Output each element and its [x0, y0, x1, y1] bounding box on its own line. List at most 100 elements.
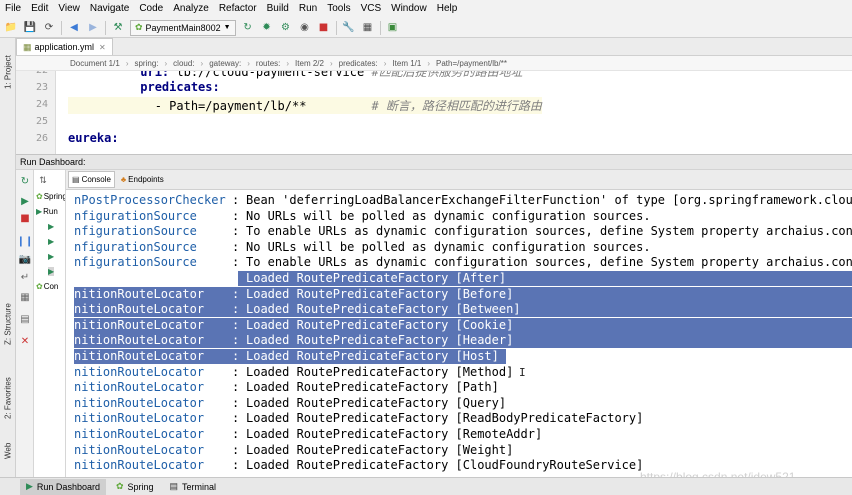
project-tool-tab[interactable]: 1: Project — [1, 42, 15, 102]
log-message: Loaded RoutePredicateFactory [Path] — [246, 380, 499, 395]
log-source: nitionRouteLocator — [74, 302, 205, 317]
code-editor[interactable]: 22 23 24 25 26 uri: lb://cloud-payment-servi… — [16, 71, 852, 154]
menu-window[interactable]: Window — [386, 0, 432, 18]
log-source: nitionRouteLocator — [74, 333, 205, 348]
breadcrumb-item[interactable]: Document 1/1 — [70, 59, 120, 68]
line-number: 23 — [35, 82, 48, 93]
log-separator: : — [232, 271, 240, 285]
run-config-selector[interactable]: ✿ PaymentMain8002 ▼ — [130, 19, 236, 36]
menu-help[interactable]: Help — [432, 0, 463, 18]
sync-icon[interactable]: ⟳ — [42, 21, 56, 35]
breadcrumb-separator: › — [164, 58, 168, 68]
run-with-coverage-icon[interactable]: ⚙ — [279, 21, 293, 35]
run-icon: ▶ — [48, 237, 55, 246]
console-output[interactable]: nPostProcessorChecker: Bean 'deferringLoa… — [66, 190, 852, 477]
pause-icon[interactable]: ❙❙ — [17, 234, 34, 248]
run-dashboard-title: Run Dashboard: — [20, 157, 86, 167]
log-separator: : — [232, 349, 240, 363]
breadcrumb-item[interactable]: predicates: — [339, 59, 378, 68]
yaml-file-icon: ▦ — [23, 41, 32, 52]
console-icon: ▤ — [72, 175, 80, 184]
log-message: To enable URLs as dynamic configuration … — [246, 255, 852, 270]
tree-item-running[interactable]: ▶ Run — [36, 207, 58, 216]
run-dashboard-actions: ↻ ▶ ■ ❙❙ 📷 ↵ ▦ ▤ ✕ — [16, 170, 34, 477]
menu-view[interactable]: View — [53, 0, 85, 18]
breadcrumb-item[interactable]: Item 2/2 — [295, 59, 324, 68]
menu-edit[interactable]: Edit — [26, 0, 53, 18]
breadcrumb-item[interactable]: gateway: — [209, 59, 241, 68]
run-dashboard-button[interactable]: ▶ Run Dashboard — [20, 478, 106, 495]
close-icon[interactable]: ✕ — [99, 43, 106, 52]
log-message: Loaded RoutePredicateFactory [Header] — [246, 333, 514, 348]
yaml-key: predicates: — [140, 80, 220, 94]
debug-icon[interactable]: ✹ — [260, 21, 274, 35]
close-icon[interactable]: ✕ — [18, 334, 32, 348]
log-message: No URLs will be polled as dynamic config… — [246, 239, 651, 254]
settings-icon[interactable]: 🔧 — [342, 21, 356, 35]
tree-item-app-selected[interactable]: ▶ — [48, 267, 55, 276]
tab-console[interactable]: ▤ Console — [68, 171, 115, 188]
tree-item-app[interactable]: ▶ — [48, 237, 54, 246]
menu-refactor[interactable]: Refactor — [214, 0, 262, 18]
soft-wrap-icon[interactable]: ↵ — [18, 270, 32, 284]
menu-vcs[interactable]: VCS — [356, 0, 387, 18]
project-structure-icon[interactable]: ▦ — [361, 21, 375, 35]
endpoints-icon: ♣ — [120, 175, 127, 184]
log-line: nfigurationSource: To enable URLs as dyna… — [66, 255, 852, 270]
breadcrumb-item[interactable]: routes: — [256, 59, 280, 68]
menu-analyze[interactable]: Analyze — [168, 0, 214, 18]
favorites-tab-label: 2: Favorites — [3, 377, 13, 419]
log-line: nfigurationSource: To enable URLs as dyna… — [66, 224, 852, 239]
tree-item-configured[interactable]: ✿ Con — [36, 282, 58, 291]
tree-item-spring[interactable]: ✿ Spring — [36, 192, 65, 201]
spring-button[interactable]: ✿ Spring — [110, 479, 160, 495]
expand-all-icon[interactable]: ⇅ — [36, 173, 50, 187]
tab-endpoints[interactable]: ♣ Endpoints — [117, 171, 168, 188]
favorites-tool-tab[interactable]: 2: Favorites — [1, 368, 15, 428]
log-separator: : — [232, 224, 240, 239]
run-icon[interactable]: ▶ — [18, 194, 32, 208]
tab-console-label: Console — [81, 175, 111, 184]
log-message: Loaded RoutePredicateFactory [Between] — [246, 302, 521, 317]
menu-navigate[interactable]: Navigate — [85, 0, 134, 18]
breadcrumb-item[interactable]: spring: — [134, 59, 158, 68]
menu-run[interactable]: Run — [294, 0, 322, 18]
dump-threads-icon[interactable]: 📷 — [18, 252, 32, 266]
breadcrumb-item[interactable]: Item 1/1 — [392, 59, 421, 68]
rerun-icon[interactable]: ↻ — [18, 174, 32, 188]
menu-build[interactable]: Build — [262, 0, 294, 18]
stop-icon[interactable]: ■ — [18, 211, 32, 225]
build-icon[interactable]: ⚒ — [111, 21, 125, 35]
menu-code[interactable]: Code — [134, 0, 168, 18]
vcs-icon[interactable]: ▣ — [386, 21, 400, 35]
breadcrumb-item[interactable]: cloud: — [173, 59, 194, 68]
print-icon[interactable]: ▤ — [18, 312, 32, 326]
terminal-button[interactable]: ▤ Terminal — [164, 479, 223, 495]
folder-open-icon[interactable]: 📁 — [4, 21, 18, 35]
run-dashboard-label: Run Dashboard — [36, 481, 100, 492]
main-toolbar: 📁 💾 ⟳ ◀ ▶ ⚒ ✿ PaymentMain8002 ▼ ↻ ✹ ⚙ ◉ … — [0, 18, 852, 38]
breadcrumb-separator: › — [247, 58, 250, 68]
log-line: nitionRouteLocator: Loaded RoutePredicate… — [66, 396, 852, 411]
code-line: uri: lb://cloud-payment-service #匹配后提供服务… — [68, 71, 522, 80]
breadcrumb-item[interactable]: Path=/payment/lb/** — [436, 59, 507, 68]
tree-item-app[interactable]: ▶ — [48, 252, 54, 261]
forward-icon[interactable]: ▶ — [86, 21, 100, 35]
run-dashboard-header: Run Dashboard: — [16, 154, 852, 170]
back-icon[interactable]: ◀ — [67, 21, 81, 35]
log-source: nitionRouteLocator — [74, 427, 205, 441]
menu-tools[interactable]: Tools — [322, 0, 355, 18]
web-tool-tab[interactable]: Web — [1, 436, 15, 466]
save-icon[interactable]: 💾 — [23, 21, 37, 35]
log-separator: : — [232, 317, 240, 332]
tree-item-app[interactable]: ▶ — [48, 222, 54, 231]
profile-icon[interactable]: ◉ — [298, 21, 312, 35]
structure-tool-tab[interactable]: Z: Structure — [1, 294, 15, 354]
menu-file[interactable]: File — [0, 0, 26, 18]
stop-icon[interactable]: ■ — [317, 21, 331, 35]
restore-layout-icon[interactable]: ▦ — [18, 290, 32, 304]
rerun-icon[interactable]: ↻ — [241, 21, 255, 35]
editor-tab-application-yml[interactable]: ▦ application.yml ✕ — [16, 38, 113, 55]
